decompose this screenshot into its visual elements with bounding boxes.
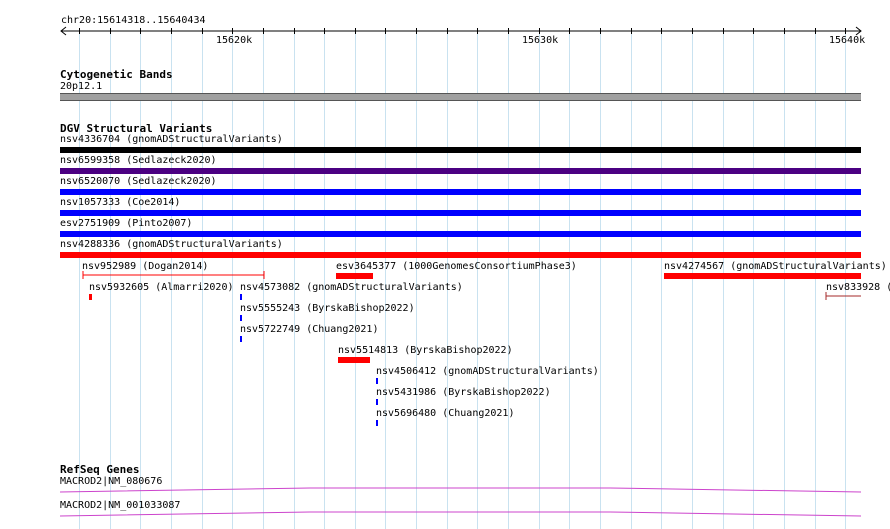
feature-bar[interactable] — [376, 420, 378, 426]
grid-line — [416, 31, 417, 529]
ruler-tick-label: 15620k — [216, 35, 253, 46]
grid-line — [263, 31, 264, 529]
grid-line — [324, 31, 325, 529]
feature-bar[interactable] — [664, 273, 861, 279]
feature-label: nsv4274567 (gnomADStructuralVariants) — [664, 261, 887, 272]
grid-line — [232, 31, 233, 529]
track-title-cytoband[interactable]: Cytogenetic Bands — [60, 68, 173, 81]
grid-line — [723, 31, 724, 529]
feature-label: nsv5722749 (Chuang2021) — [240, 324, 379, 335]
feature-bar[interactable] — [336, 273, 373, 279]
feature-bar[interactable] — [338, 357, 370, 363]
feature-bar[interactable] — [89, 294, 92, 300]
grid-line — [385, 31, 386, 529]
grid-line — [600, 31, 601, 529]
feature-bar[interactable] — [60, 147, 861, 153]
feature-label: esv3645377 (1000GenomesConsortiumPhase3) — [336, 261, 577, 272]
grid-line — [815, 31, 816, 529]
genome-browser-view: chr20:15614318..15640434 15620k 15630k 1… — [0, 0, 890, 529]
track-title-refseq[interactable]: RefSeq Genes — [60, 463, 139, 476]
grid-line — [753, 31, 754, 529]
grid-line — [539, 31, 540, 529]
feature-label: nsv5431986 (ByrskaBishop2022) — [376, 387, 551, 398]
feature-bar[interactable] — [80, 270, 270, 280]
feature-bar[interactable] — [60, 168, 861, 174]
ruler-scale — [60, 26, 862, 36]
grid-line — [845, 31, 846, 529]
grid-line — [477, 31, 478, 529]
feature-bar[interactable] — [60, 210, 861, 216]
grid-line — [661, 31, 662, 529]
feature-bar[interactable] — [60, 231, 861, 237]
feature-label: nsv5932605 (Almarri2020) — [89, 282, 234, 293]
cytoband-bar[interactable] — [60, 93, 861, 101]
feature-label: nsv4288336 (gnomADStructuralVariants) — [60, 239, 283, 250]
grid-line — [202, 31, 203, 529]
feature-bar[interactable] — [376, 399, 378, 405]
feature-label: nsv5514813 (ByrskaBishop2022) — [338, 345, 513, 356]
cytoband-label: 20p12.1 — [60, 81, 103, 92]
feature-label: nsv5696480 (Chuang2021) — [376, 408, 515, 419]
gene-model[interactable] — [60, 509, 862, 521]
grid-line — [355, 31, 356, 529]
grid-line — [79, 31, 80, 529]
ruler-tick-label: 15640k — [829, 35, 866, 46]
grid-line — [631, 31, 632, 529]
ruler-tick-label: 15630k — [522, 35, 559, 46]
feature-bar[interactable] — [240, 294, 242, 300]
feature-bar[interactable] — [824, 291, 862, 301]
feature-label: nsv5555243 (ByrskaBishop2022) — [240, 303, 415, 314]
grid-line — [294, 31, 295, 529]
grid-line — [784, 31, 785, 529]
grid-line — [447, 31, 448, 529]
feature-label: nsv6599358 (Sedlazeck2020) — [60, 155, 217, 166]
feature-label: nsv4336704 (gnomADStructuralVariants) — [60, 134, 283, 145]
feature-label: nsv1057333 (Coe2014) — [60, 197, 181, 208]
grid-line — [569, 31, 570, 529]
grid-line — [508, 31, 509, 529]
grid-line — [171, 31, 172, 529]
feature-bar[interactable] — [376, 378, 378, 384]
feature-bar[interactable] — [240, 315, 242, 321]
feature-bar[interactable] — [60, 252, 861, 258]
feature-bar[interactable] — [240, 336, 242, 342]
feature-bar[interactable] — [60, 189, 861, 195]
feature-label: nsv6520070 (Sedlazeck2020) — [60, 176, 217, 187]
feature-label: esv2751909 (Pinto2007) — [60, 218, 193, 229]
grid-line — [140, 31, 141, 529]
feature-label: nsv4506412 (gnomADStructuralVariants) — [376, 366, 599, 377]
gene-model[interactable] — [60, 485, 862, 497]
feature-label: nsv4573082 (gnomADStructuralVariants) — [240, 282, 463, 293]
grid-line — [110, 31, 111, 529]
grid-line — [692, 31, 693, 529]
